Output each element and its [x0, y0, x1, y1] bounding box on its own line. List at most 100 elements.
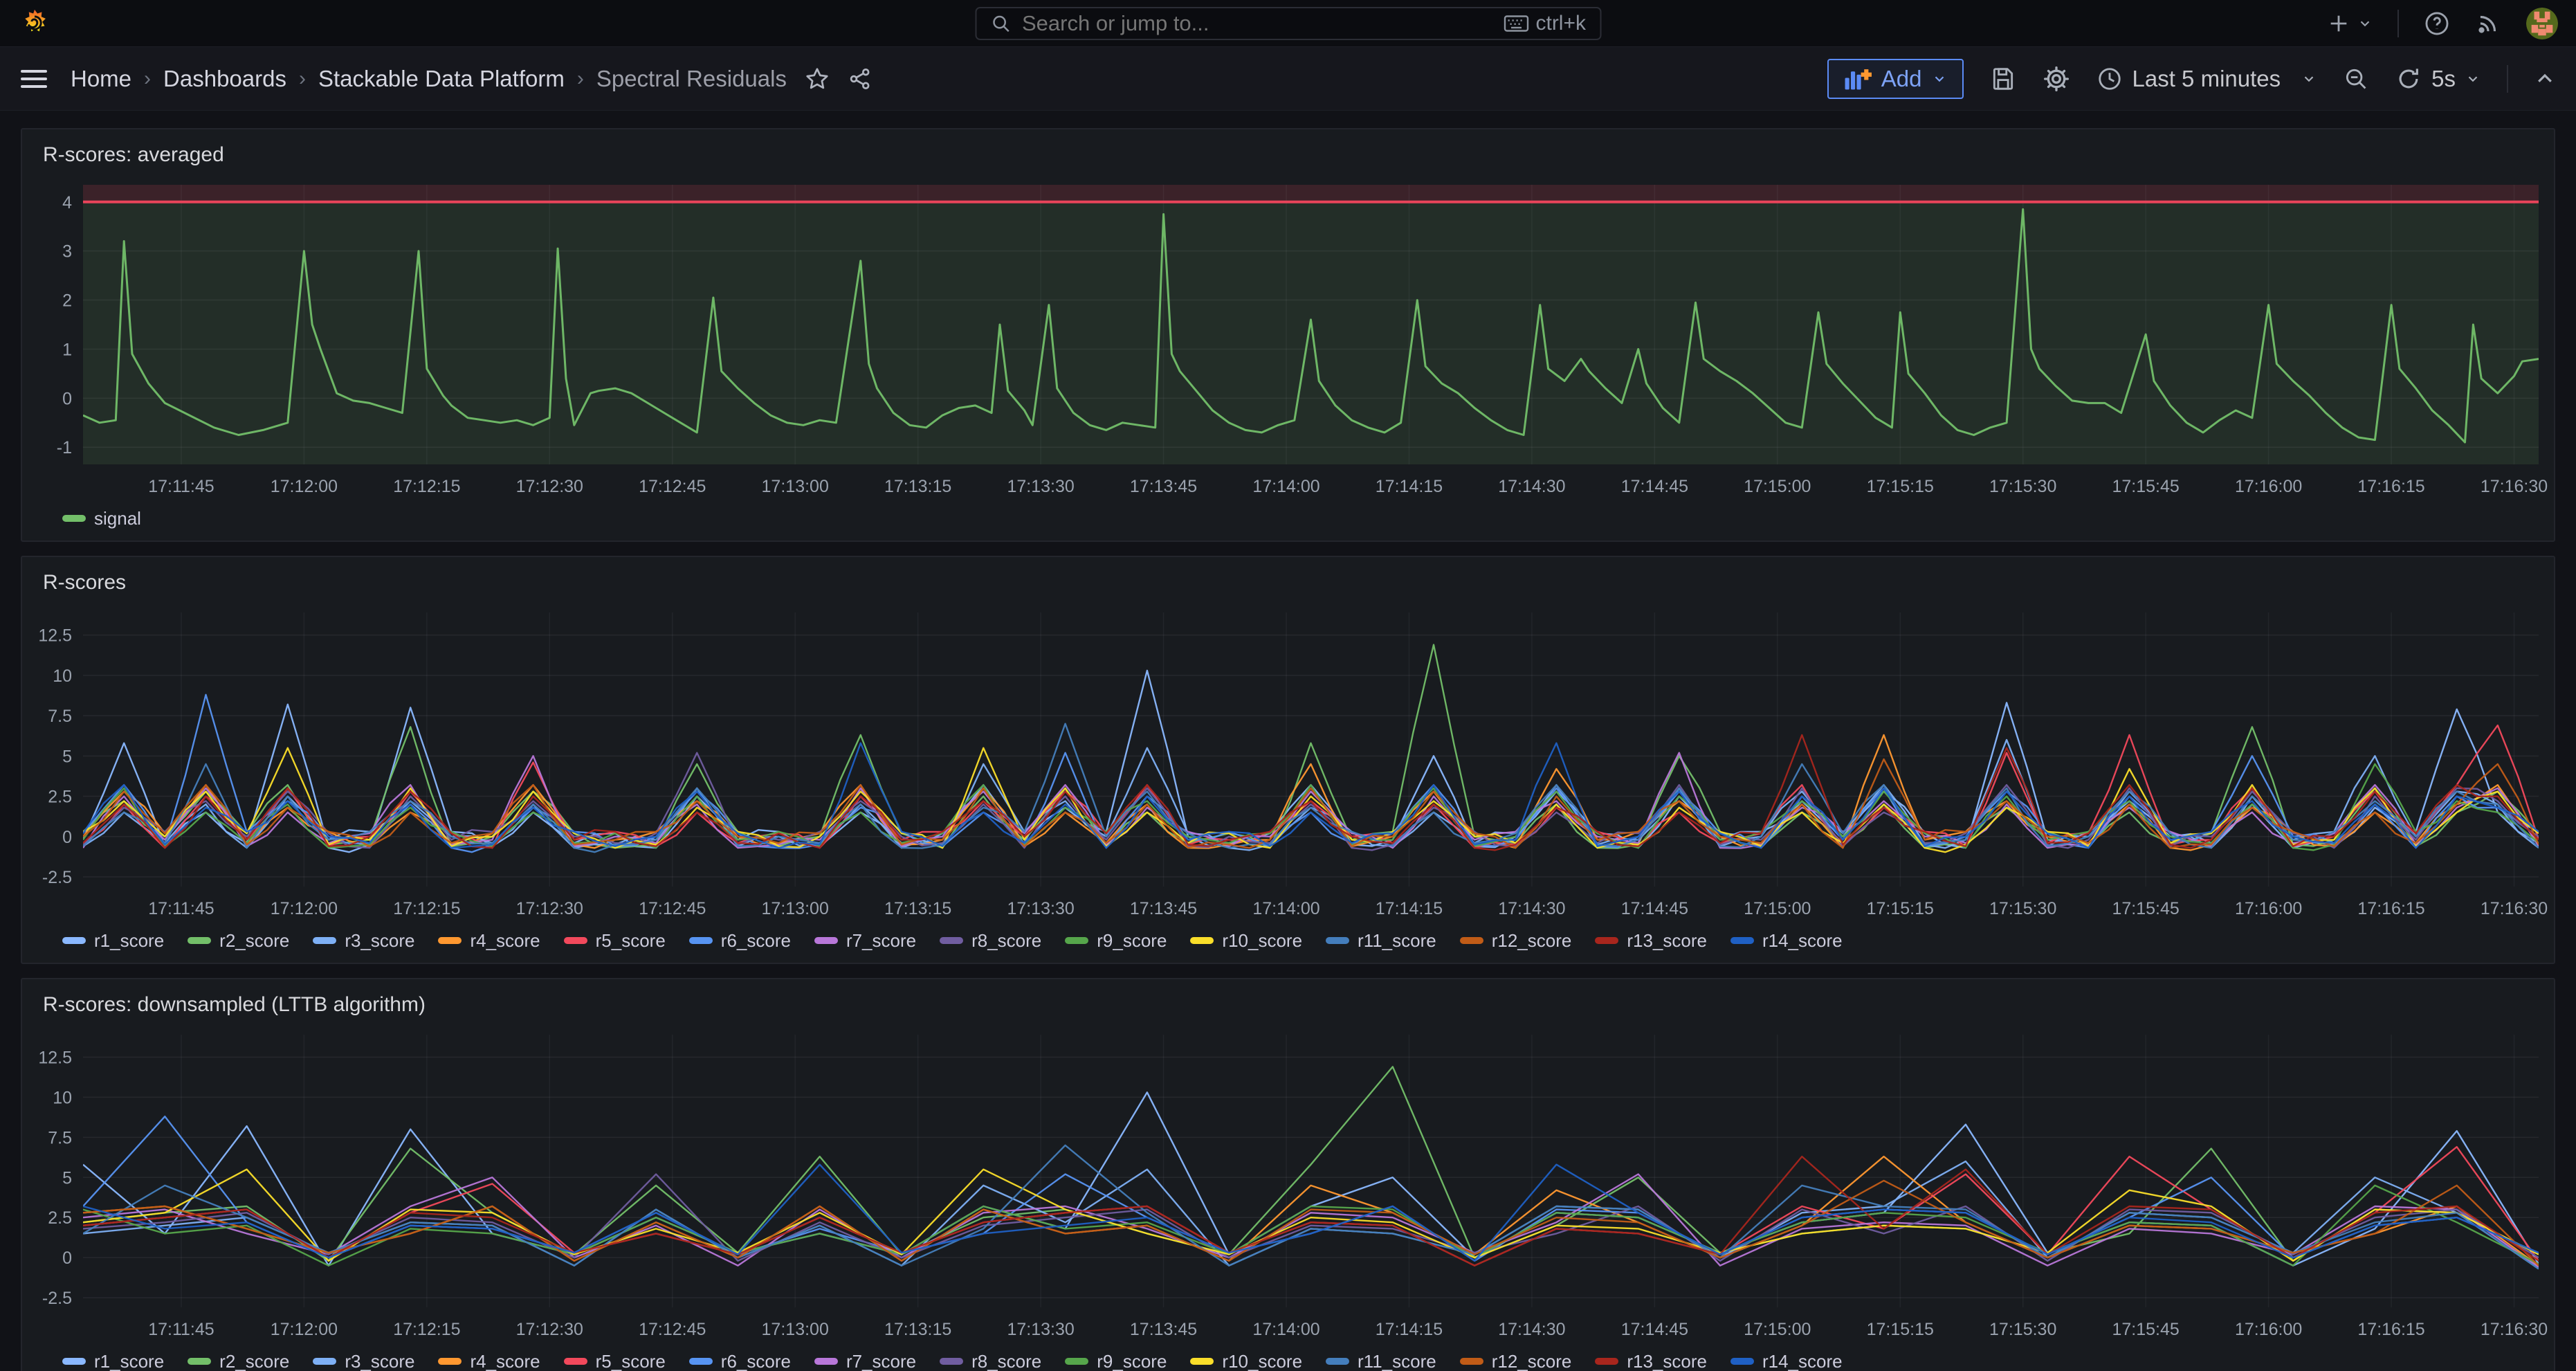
legend-label: r9_score — [1097, 1351, 1167, 1371]
legend-item[interactable]: r6_score — [689, 930, 791, 952]
legend-item[interactable]: r5_score — [564, 1351, 666, 1371]
legend-rscores: r1_score r2_score r3_score r4_score r5_score… — [22, 927, 2554, 963]
svg-text:17:15:00: 17:15:00 — [1744, 899, 1811, 918]
chart-rscores[interactable]: 12.5107.552.50-2.517:11:4517:12:0017:12:… — [22, 601, 2554, 927]
news-button[interactable] — [2475, 10, 2501, 37]
avatar[interactable] — [2526, 8, 2558, 39]
add-panel-button[interactable]: Add — [1827, 59, 1964, 99]
svg-text:-2.5: -2.5 — [42, 868, 72, 887]
legend-item[interactable]: r3_score — [313, 1351, 414, 1371]
svg-text:0: 0 — [62, 828, 72, 847]
legend-color-pill — [814, 937, 838, 944]
legend-item[interactable]: r12_score — [1460, 1351, 1572, 1371]
panel-title[interactable]: R-scores: averaged — [22, 129, 2554, 174]
legend-item[interactable]: r13_score — [1595, 930, 1707, 952]
legend-item[interactable]: signal — [62, 508, 141, 529]
legend-color-pill — [1730, 1358, 1754, 1365]
legend-label: r9_score — [1097, 930, 1167, 952]
zoom-out-button[interactable] — [2343, 66, 2369, 92]
search-bar[interactable]: ctrl+k — [975, 7, 1601, 40]
legend-item[interactable]: r7_score — [814, 1351, 916, 1371]
legend-item[interactable]: r14_score — [1730, 930, 1843, 952]
panel-rscores: R-scores 12.5107.552.50-2.517:11:4517:12… — [21, 556, 2555, 964]
legend-item[interactable]: r3_score — [313, 930, 414, 952]
legend-item[interactable]: r11_score — [1326, 1351, 1436, 1371]
legend-item[interactable]: r9_score — [1065, 930, 1167, 952]
chart-rscores-downsampled[interactable]: 12.5107.552.50-2.517:11:4517:12:0017:12:… — [22, 1024, 2554, 1347]
dashboard-settings-button[interactable] — [2043, 65, 2070, 93]
time-range-picker[interactable]: Last 5 minutes — [2097, 66, 2317, 92]
legend-item[interactable]: r2_score — [188, 930, 289, 952]
svg-text:17:15:45: 17:15:45 — [2112, 477, 2179, 496]
svg-text:17:11:45: 17:11:45 — [148, 477, 214, 496]
legend-item[interactable]: r8_score — [940, 1351, 1041, 1371]
divider — [2397, 10, 2399, 37]
legend-item[interactable]: r8_score — [940, 930, 1041, 952]
chart-canvas: 12.5107.552.50-2.517:11:4517:12:0017:12:… — [22, 1024, 2554, 1347]
legend-item[interactable]: r12_score — [1460, 930, 1572, 952]
legend-item[interactable]: r6_score — [689, 1351, 791, 1371]
grafana-logo[interactable] — [19, 8, 50, 39]
svg-text:17:15:15: 17:15:15 — [1867, 1320, 1934, 1339]
collapse-toolbar-button[interactable] — [2534, 69, 2555, 89]
svg-text:17:12:30: 17:12:30 — [516, 899, 583, 918]
legend-item[interactable]: r10_score — [1190, 930, 1302, 952]
menu-toggle-button[interactable] — [21, 65, 47, 93]
svg-text:2.5: 2.5 — [48, 788, 72, 807]
legend-item[interactable]: r10_score — [1190, 1351, 1302, 1371]
svg-text:17:15:00: 17:15:00 — [1744, 1320, 1811, 1339]
breadcrumb-dashboards[interactable]: Dashboards — [163, 66, 286, 92]
legend-color-pill — [438, 1358, 462, 1365]
legend-label: r10_score — [1222, 1351, 1302, 1371]
legend-item[interactable]: r7_score — [814, 930, 916, 952]
save-icon — [1990, 66, 2016, 92]
chevron-down-icon — [2465, 71, 2481, 87]
svg-text:17:11:45: 17:11:45 — [148, 1320, 214, 1339]
dashboard-toolbar: Home › Dashboards › Stackable Data Platf… — [0, 47, 2576, 111]
breadcrumb-folder[interactable]: Stackable Data Platform — [318, 66, 565, 92]
svg-text:17:15:00: 17:15:00 — [1744, 477, 1811, 496]
save-dashboard-button[interactable] — [1990, 66, 2016, 92]
rss-icon — [2475, 10, 2501, 37]
svg-text:17:16:00: 17:16:00 — [2235, 477, 2302, 496]
panel-title[interactable]: R-scores — [22, 557, 2554, 601]
zoom-out-icon — [2343, 66, 2369, 92]
svg-text:-1: -1 — [57, 438, 72, 457]
legend-item[interactable]: r5_score — [564, 930, 666, 952]
legend-item[interactable]: r4_score — [438, 930, 540, 952]
search-input[interactable] — [1022, 11, 1504, 36]
legend-color-pill — [1326, 937, 1349, 944]
svg-text:3: 3 — [62, 242, 72, 262]
chevron-down-icon — [1932, 71, 1947, 87]
legend-label: r3_score — [345, 930, 414, 952]
share-icon — [848, 66, 873, 91]
legend-label: r4_score — [470, 1351, 540, 1371]
help-button[interactable] — [2424, 10, 2450, 37]
legend-color-pill — [1595, 937, 1618, 944]
svg-text:17:14:00: 17:14:00 — [1252, 899, 1319, 918]
share-button[interactable] — [848, 66, 873, 91]
legend-item[interactable]: r13_score — [1595, 1351, 1707, 1371]
top-nav-bar: ctrl+k — [0, 0, 2576, 47]
svg-text:0: 0 — [62, 1249, 72, 1268]
legend-label: r5_score — [596, 1351, 666, 1371]
legend-item[interactable]: r14_score — [1730, 1351, 1843, 1371]
legend-item[interactable]: r4_score — [438, 1351, 540, 1371]
panel-title[interactable]: R-scores: downsampled (LTTB algorithm) — [22, 979, 2554, 1024]
chart-canvas: 43210-117:11:4517:12:0017:12:1517:12:301… — [22, 174, 2554, 505]
legend-item[interactable]: r1_score — [62, 1351, 164, 1371]
legend-color-pill — [564, 1358, 587, 1365]
breadcrumb-home[interactable]: Home — [71, 66, 131, 92]
favorite-button[interactable] — [805, 66, 830, 91]
chart-rscores-averaged[interactable]: 43210-117:11:4517:12:0017:12:1517:12:301… — [22, 174, 2554, 505]
legend-label: r2_score — [219, 1351, 289, 1371]
legend-item[interactable]: r1_score — [62, 930, 164, 952]
new-menu-button[interactable] — [2327, 12, 2373, 35]
svg-text:17:12:30: 17:12:30 — [516, 1320, 583, 1339]
svg-text:-2.5: -2.5 — [42, 1289, 72, 1308]
legend-item[interactable]: r9_score — [1065, 1351, 1167, 1371]
legend-item[interactable]: r2_score — [188, 1351, 289, 1371]
svg-text:17:12:45: 17:12:45 — [639, 1320, 706, 1339]
legend-item[interactable]: r11_score — [1326, 930, 1436, 952]
refresh-picker[interactable]: 5s — [2395, 66, 2481, 92]
